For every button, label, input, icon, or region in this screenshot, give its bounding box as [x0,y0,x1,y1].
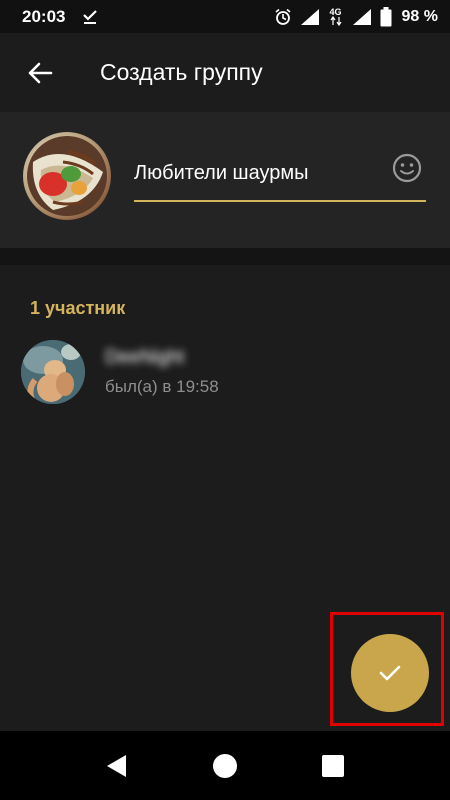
status-bar: 20:03 4G 98 % [0,0,450,33]
network-type-indicator: 4G [328,6,344,26]
arrow-left-icon [28,62,53,83]
signal-icon [300,8,319,25]
member-last-seen: был(а) в 19:58 [105,377,219,396]
status-icons: 4G 98 % [274,6,438,27]
check-icon [379,665,401,681]
app-bar: Создать группу [0,33,450,112]
download-done-icon [83,9,98,24]
page-title: Создать группу [100,59,263,85]
confirm-button[interactable] [351,634,429,712]
group-header [0,112,450,248]
data-arrows-icon [330,15,342,26]
smiley-icon[interactable] [390,151,424,185]
network-type-label: 4G [329,6,342,17]
status-time: 20:03 [22,6,66,26]
battery-percent: 98 % [401,7,438,25]
nav-home-icon[interactable] [212,753,238,779]
group-photo-image [27,136,107,216]
member-name: DeeNight [105,347,185,368]
section-divider [0,248,450,265]
group-name-input[interactable] [134,162,374,185]
members-count-header: 1 участник [30,298,126,318]
alarm-icon [275,8,291,25]
avatar [21,340,85,404]
group-name-field[interactable] [134,152,426,202]
member-photo-image [21,340,85,404]
back-button[interactable] [10,43,70,103]
group-avatar[interactable] [23,132,111,220]
signal-icon-2 [352,8,371,25]
system-nav-bar [0,731,450,800]
list-item[interactable]: DeeNight был(а) в 19:58 [0,335,450,407]
nav-back-icon[interactable] [104,753,130,779]
battery-icon [380,6,392,26]
nav-recents-icon[interactable] [320,753,346,779]
